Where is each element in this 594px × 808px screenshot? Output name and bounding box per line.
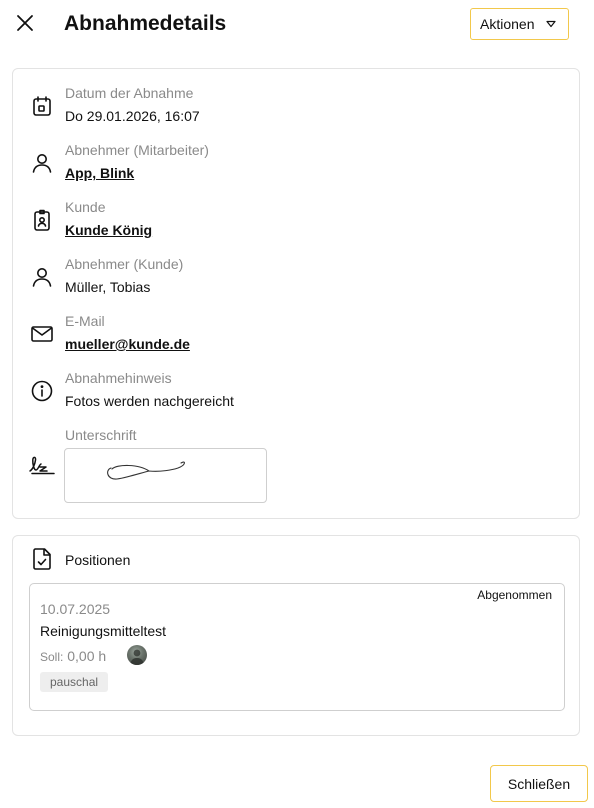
signature-image xyxy=(64,448,267,503)
customer-receiver-label: Abnehmer (Kunde) xyxy=(65,256,184,272)
positions-title: Positionen xyxy=(65,552,131,568)
detail-row-customer-receiver: Abnehmer (Kunde) Müller, Tobias xyxy=(13,240,579,295)
position-item[interactable]: Abgenommen 10.07.2025 Reinigungsmittelte… xyxy=(29,583,565,711)
email-label: E-Mail xyxy=(65,313,105,329)
detail-row-employee: Abnehmer (Mitarbeiter) App, Blink xyxy=(13,126,579,181)
date-label: Datum der Abnahme xyxy=(65,85,194,101)
signature-label: Unterschrift xyxy=(65,427,137,443)
customer-receiver-value: Müller, Tobias xyxy=(65,279,151,295)
detail-row-note: Abnahmehinweis Fotos werden nachgereicht xyxy=(13,354,579,409)
mail-icon xyxy=(31,326,53,342)
actions-button[interactable]: Aktionen xyxy=(470,8,569,40)
dialog-header: Abnahmedetails Aktionen xyxy=(0,0,594,50)
page-title: Abnahmedetails xyxy=(64,12,227,35)
position-name: Reinigungsmitteltest xyxy=(40,623,167,639)
signature-icon xyxy=(29,456,55,475)
position-target-hours: Soll: 0,00 h xyxy=(40,648,106,664)
detail-row-date: Datum der Abnahme Do 29.01.2026, 16:07 xyxy=(13,69,579,124)
position-tag: pauschal xyxy=(40,672,109,692)
customer-label: Kunde xyxy=(65,199,106,215)
employee-link[interactable]: App, Blink xyxy=(65,165,134,181)
close-icon[interactable] xyxy=(14,12,36,34)
note-value: Fotos werden nachgereicht xyxy=(65,393,234,409)
date-value: Do 29.01.2026, 16:07 xyxy=(65,108,200,124)
user-icon xyxy=(32,154,52,173)
info-icon xyxy=(31,380,53,402)
user-icon xyxy=(32,268,52,287)
detail-row-customer: Kunde Kunde König xyxy=(13,183,579,238)
note-label: Abnahmehinweis xyxy=(65,370,172,386)
avatar xyxy=(127,645,147,665)
target-value: 0,00 h xyxy=(67,648,107,664)
close-button[interactable]: Schließen xyxy=(490,765,588,802)
detail-row-email: E-Mail mueller@kunde.de xyxy=(13,297,579,352)
details-card: Datum der Abnahme Do 29.01.2026, 16:07 A… xyxy=(12,68,580,519)
chevron-down-icon xyxy=(546,20,556,28)
customer-link[interactable]: Kunde König xyxy=(65,222,152,238)
email-link[interactable]: mueller@kunde.de xyxy=(65,336,190,352)
position-date: 10.07.2025 xyxy=(40,601,111,617)
status-badge: Abgenommen xyxy=(477,588,552,602)
actions-label: Aktionen xyxy=(480,16,535,32)
positions-card: Positionen Abgenommen 10.07.2025 Reinigu… xyxy=(12,535,580,736)
employee-label: Abnehmer (Mitarbeiter) xyxy=(65,142,209,158)
document-check-icon xyxy=(33,548,51,570)
target-label: Soll: xyxy=(40,650,64,664)
calendar-icon xyxy=(33,96,51,116)
badge-icon xyxy=(34,209,50,231)
